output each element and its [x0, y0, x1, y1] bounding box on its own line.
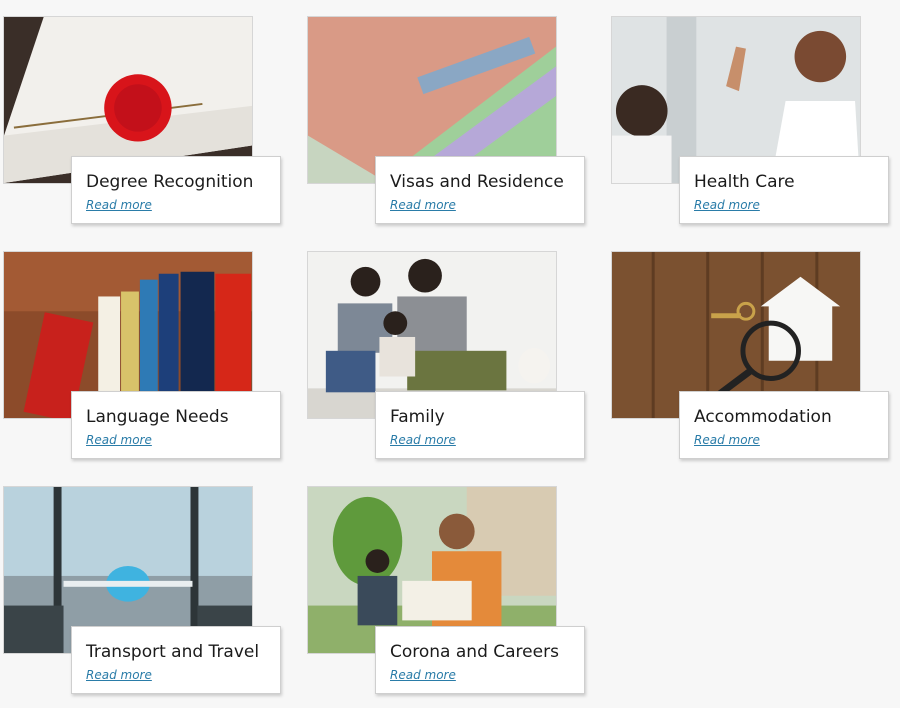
read-more-link[interactable]: Read more — [694, 433, 760, 447]
card-title: Visas and Residence — [390, 172, 564, 192]
read-more-link[interactable]: Read more — [86, 198, 152, 212]
read-more-link[interactable]: Read more — [694, 198, 760, 212]
card-corona-and-careers[interactable]: Corona and Careers Read more — [307, 486, 587, 696]
card-label: Corona and Careers Read more — [375, 626, 585, 694]
card-health-care[interactable]: Health Care Read more — [611, 16, 891, 226]
card-title: Language Needs — [86, 407, 229, 427]
card-label: Language Needs Read more — [71, 391, 281, 459]
card-title: Degree Recognition — [86, 172, 254, 192]
card-accommodation[interactable]: Accommodation Read more — [611, 251, 891, 461]
card-label: Visas and Residence Read more — [375, 156, 585, 224]
card-transport-and-travel[interactable]: Transport and Travel Read more — [3, 486, 283, 696]
read-more-link[interactable]: Read more — [390, 668, 456, 682]
card-degree-recognition[interactable]: Degree Recognition Read more — [3, 16, 283, 226]
card-family[interactable]: Family Read more — [307, 251, 587, 461]
card-title: Family — [390, 407, 445, 427]
read-more-link[interactable]: Read more — [390, 198, 456, 212]
read-more-link[interactable]: Read more — [390, 433, 456, 447]
card-label: Degree Recognition Read more — [71, 156, 281, 224]
card-title: Accommodation — [694, 407, 832, 427]
read-more-link[interactable]: Read more — [86, 433, 152, 447]
card-label: Family Read more — [375, 391, 585, 459]
card-language-needs[interactable]: Language Needs Read more — [3, 251, 283, 461]
card-label: Transport and Travel Read more — [71, 626, 281, 694]
card-label: Health Care Read more — [679, 156, 889, 224]
card-title: Transport and Travel — [86, 642, 260, 662]
card-title: Corona and Careers — [390, 642, 559, 662]
card-title: Health Care — [694, 172, 795, 192]
card-label: Accommodation Read more — [679, 391, 889, 459]
read-more-link[interactable]: Read more — [86, 668, 152, 682]
card-visas-and-residence[interactable]: Visas and Residence Read more — [307, 16, 587, 226]
